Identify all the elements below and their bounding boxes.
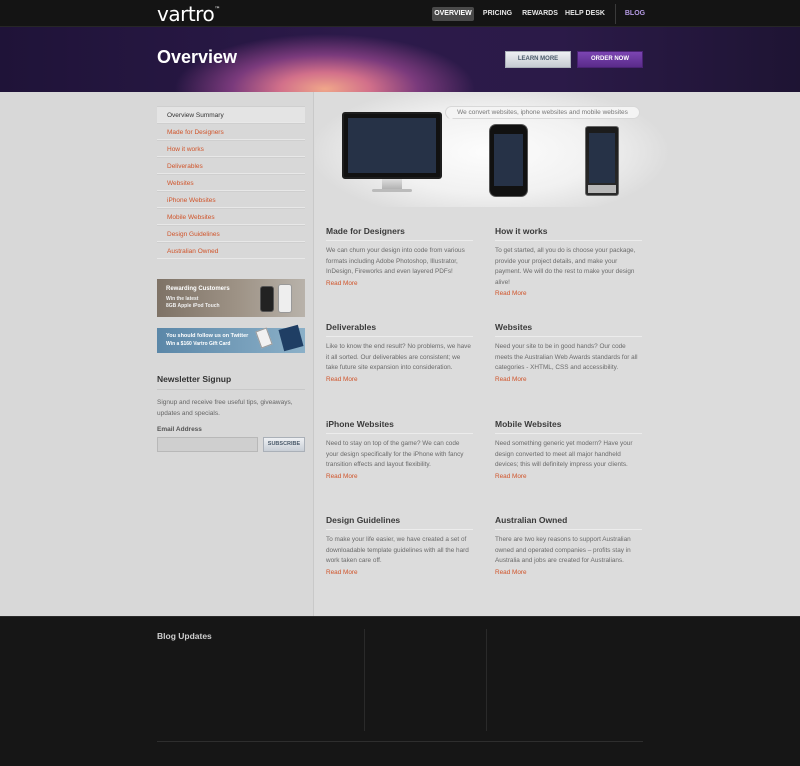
nav-pricing[interactable]: PRICING — [480, 7, 515, 21]
divider — [326, 433, 473, 434]
sidebar-item-mobile-websites[interactable]: Mobile Websites — [157, 208, 305, 225]
page-title: Overview — [157, 47, 238, 67]
feature-title: Design Guidelines — [326, 515, 401, 525]
read-more-link[interactable]: Read More — [495, 567, 642, 578]
divider — [495, 433, 642, 434]
divider — [326, 336, 473, 337]
feature-title: Made for Designers — [326, 226, 405, 236]
read-more-link[interactable]: Read More — [326, 374, 473, 385]
promo-heading: Rewarding Customers — [166, 286, 230, 292]
logo-text: vartro — [157, 2, 215, 26]
ipod-icon — [260, 286, 274, 312]
email-label: Email Address — [157, 426, 202, 433]
monitor-icon — [342, 112, 442, 179]
sidebar-item-overview-summary[interactable]: Overview Summary — [157, 106, 305, 123]
sidebar-item-design-guidelines[interactable]: Design Guidelines — [157, 225, 305, 242]
footer-column-divider — [364, 629, 365, 731]
feature-australian-owned: Australian Owned There are two key reaso… — [495, 515, 642, 578]
sidebar-nav: Overview Summary Made for Designers How … — [157, 106, 305, 259]
feature-title: How it works — [495, 226, 548, 236]
feature-text: We can churn your design into code from … — [326, 247, 465, 275]
feature-text: There are two key reasons to support Aus… — [495, 536, 631, 564]
sidebar-item-deliverables[interactable]: Deliverables — [157, 157, 305, 174]
footer: Blog Updates — [0, 616, 800, 766]
newsletter-title: Newsletter Signup — [157, 374, 232, 384]
divider — [326, 529, 473, 530]
divider — [326, 240, 473, 241]
sidebar-item-how-it-works[interactable]: How it works — [157, 140, 305, 157]
promo-line: Win the latest — [166, 296, 199, 302]
feature-text: Need your site to be in good hands? Our … — [495, 343, 638, 371]
feature-how-it-works: How it works To get started, all you do … — [495, 226, 642, 299]
feature-text: Need to stay on top of the game? We can … — [326, 440, 464, 468]
footer-divider — [157, 741, 643, 742]
nav-blog[interactable]: BLOG — [622, 7, 648, 21]
read-more-link[interactable]: Read More — [326, 471, 473, 482]
promo-line: 8GB Apple iPod Touch — [166, 303, 220, 309]
sidebar-item-iphone-websites[interactable]: iPhone Websites — [157, 191, 305, 208]
footer-column-divider — [486, 629, 487, 731]
subscribe-button[interactable]: SUBSCRIBE — [263, 437, 305, 452]
iphone-icon — [489, 124, 528, 197]
nav-rewards[interactable]: REWARDS — [521, 7, 559, 21]
sidebar-item-websites[interactable]: Websites — [157, 174, 305, 191]
feature-text: To get started, all you do is choose you… — [495, 247, 636, 286]
monitor-base — [372, 189, 412, 192]
divider — [495, 240, 642, 241]
read-more-link[interactable]: Read More — [495, 374, 642, 385]
feature-title: iPhone Websites — [326, 419, 394, 429]
read-more-link[interactable]: Read More — [326, 278, 473, 289]
feature-design-guidelines: Design Guidelines To make your life easi… — [326, 515, 473, 578]
sidebar-item-made-for-designers[interactable]: Made for Designers — [157, 123, 305, 140]
top-bar: vartro™ OVERVIEW PRICING REWARDS HELP DE… — [0, 0, 800, 27]
divider — [157, 389, 305, 390]
read-more-link[interactable]: Read More — [326, 567, 473, 578]
rewards-promo-banner[interactable]: Rewarding Customers Win the latest 8GB A… — [157, 279, 305, 317]
logo-trademark: ™ — [214, 6, 220, 13]
mobile-phone-icon — [585, 126, 619, 196]
sidebar-item-australian-owned[interactable]: Australian Owned — [157, 242, 305, 259]
sidebar: Overview Summary Made for Designers How … — [0, 92, 314, 616]
read-more-link[interactable]: Read More — [495, 288, 642, 299]
feature-text: Need something generic yet modern? Have … — [495, 440, 633, 468]
promo-heading: You should follow us on Twitter — [166, 333, 249, 339]
feature-iphone-websites: iPhone Websites Need to stay on top of t… — [326, 419, 473, 482]
ipod-icon — [278, 284, 292, 313]
feature-text: Like to know the end result? No problems… — [326, 343, 471, 371]
read-more-link[interactable]: Read More — [495, 471, 642, 482]
feature-mobile-websites: Mobile Websites Need something generic y… — [495, 419, 642, 482]
feature-text: To make your life easier, we have create… — [326, 536, 469, 564]
divider — [495, 529, 642, 530]
feature-title: Mobile Websites — [495, 419, 562, 429]
hero-banner: Overview LEARN MORE ORDER NOW — [0, 27, 800, 92]
nav-help-desk[interactable]: HELP DESK — [565, 7, 605, 21]
learn-more-button[interactable]: LEARN MORE — [505, 51, 571, 68]
nav-divider — [615, 4, 616, 24]
nav-overview[interactable]: OVERVIEW — [432, 7, 474, 21]
promo-line: Win a $160 Vartro Gift Card — [166, 341, 231, 347]
feature-websites: Websites Need your site to be in good ha… — [495, 322, 642, 385]
feature-title: Deliverables — [326, 322, 377, 332]
blog-updates-title: Blog Updates — [157, 631, 212, 641]
newsletter-text: Signup and receive free useful tips, giv… — [157, 399, 293, 417]
feature-title: Australian Owned — [495, 515, 568, 525]
speech-bubble: We convert websites, iphone websites and… — [445, 106, 640, 120]
feature-made-for-designers: Made for Designers We can churn your des… — [326, 226, 473, 289]
order-now-button[interactable]: ORDER NOW — [577, 51, 643, 68]
feature-deliverables: Deliverables Like to know the end result… — [326, 322, 473, 385]
divider — [495, 336, 642, 337]
feature-title: Websites — [495, 322, 533, 332]
email-field[interactable] — [157, 437, 258, 452]
logo[interactable]: vartro™ — [157, 2, 220, 26]
